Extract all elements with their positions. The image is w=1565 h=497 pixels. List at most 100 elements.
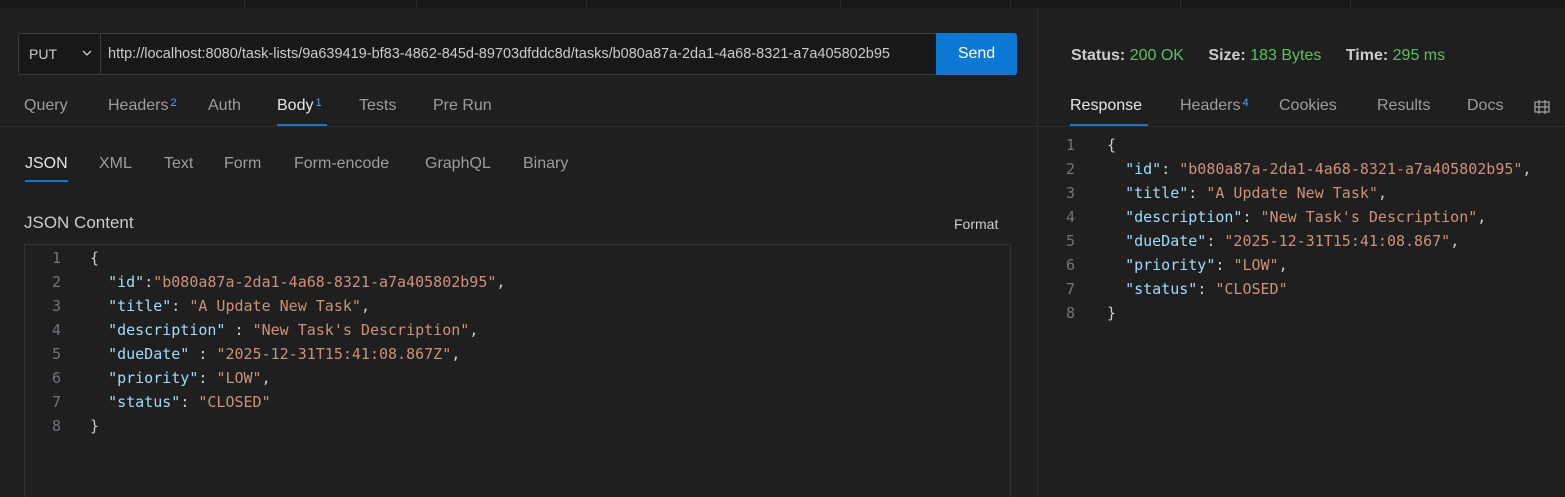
code-text: "id":"b080a87a-2da1-4a68-8321-a7a405802b… bbox=[90, 270, 505, 294]
tab-response[interactable]: Response bbox=[1070, 94, 1149, 126]
tab-auth[interactable]: Auth bbox=[208, 94, 241, 126]
json-string: "b080a87a-2da1-4a68-8321-a7a405802b95" bbox=[153, 273, 497, 291]
json-punct: : bbox=[1197, 280, 1216, 298]
json-punct: , bbox=[360, 297, 370, 315]
json-string: "New Task's Description" bbox=[252, 321, 470, 339]
code-line: 8} bbox=[1039, 301, 1565, 325]
code-line: 4 "description": "New Task's Description… bbox=[1039, 205, 1565, 229]
code-text: "status": "CLOSED" bbox=[1107, 277, 1288, 301]
tab-label: Tests bbox=[359, 97, 397, 114]
code-text: { bbox=[1107, 133, 1116, 157]
tab-docs[interactable]: Docs bbox=[1467, 94, 1503, 126]
code-line: 2 "id":"b080a87a-2da1-4a68-8321-a7a40580… bbox=[25, 270, 1010, 294]
code-text: "title": "A Update New Task", bbox=[90, 294, 370, 318]
code-line: 2 "id": "b080a87a-2da1-4a68-8321-a7a4058… bbox=[1039, 157, 1565, 181]
json-punct: { bbox=[90, 249, 100, 267]
json-punct: } bbox=[1107, 304, 1117, 322]
json-key: "priority" bbox=[1125, 256, 1216, 274]
json-punct: : bbox=[1188, 184, 1207, 202]
json-punct bbox=[1107, 184, 1125, 202]
tab-response-headers[interactable]: Headers 4 bbox=[1180, 94, 1249, 126]
top-tab-strip bbox=[0, 0, 1565, 8]
json-punct bbox=[90, 345, 108, 363]
split-layout-icon[interactable] bbox=[1533, 98, 1551, 116]
json-punct bbox=[1107, 256, 1125, 274]
json-punct: : bbox=[198, 369, 217, 387]
tab-tests[interactable]: Tests bbox=[359, 94, 396, 126]
line-number: 5 bbox=[51, 345, 61, 363]
json-key: "status" bbox=[108, 393, 181, 411]
status-label: Status: bbox=[1071, 47, 1126, 64]
body-type-tabs: JSON XML Text Form Form-encode GraphQL B… bbox=[0, 152, 1038, 192]
json-key: "id" bbox=[1125, 160, 1162, 178]
tab-results[interactable]: Results bbox=[1377, 94, 1430, 126]
tab-pre-run[interactable]: Pre Run bbox=[433, 94, 492, 126]
response-pane: Status: 200 OK Size: 183 Bytes Time: 295… bbox=[1039, 8, 1565, 497]
json-punct: : bbox=[180, 393, 199, 411]
body-tab-text[interactable]: Text bbox=[164, 152, 193, 182]
json-string: "LOW" bbox=[1233, 256, 1279, 274]
json-punct bbox=[1107, 232, 1125, 250]
tab-badge: 4 bbox=[1242, 97, 1249, 109]
code-line: 3 "title": "A Update New Task", bbox=[1039, 181, 1565, 205]
line-number: 4 bbox=[1065, 208, 1075, 226]
tab-label: Headers bbox=[1180, 97, 1241, 114]
body-tab-graphql[interactable]: GraphQL bbox=[425, 152, 491, 182]
line-number: 8 bbox=[1065, 304, 1075, 322]
code-text: "dueDate": "2025-12-31T15:41:08.867", bbox=[1107, 229, 1459, 253]
json-key: "description" bbox=[1125, 208, 1243, 226]
code-text: } bbox=[90, 414, 99, 438]
code-text: "status": "CLOSED" bbox=[90, 390, 271, 414]
status-value: 200 OK bbox=[1129, 47, 1184, 64]
method-select[interactable]: PUT bbox=[19, 34, 101, 74]
method-value: PUT bbox=[29, 46, 57, 62]
json-string: "LOW" bbox=[216, 369, 262, 387]
json-punct bbox=[90, 273, 108, 291]
body-tab-form-encode[interactable]: Form-encode bbox=[294, 152, 389, 182]
json-punct: : bbox=[189, 345, 217, 363]
json-punct: : bbox=[1161, 160, 1180, 178]
line-number: 1 bbox=[1065, 136, 1075, 154]
time-label: Time: bbox=[1345, 47, 1389, 64]
json-key: "priority" bbox=[108, 369, 199, 387]
json-punct: : bbox=[1215, 256, 1234, 274]
tab-headers[interactable]: Headers 2 bbox=[108, 94, 177, 126]
code-text: } bbox=[1107, 301, 1116, 325]
format-button[interactable]: Format bbox=[954, 216, 998, 232]
line-number: 3 bbox=[1065, 184, 1075, 202]
body-tab-binary[interactable]: Binary bbox=[523, 152, 568, 182]
chevron-down-icon bbox=[82, 50, 92, 56]
code-line: 4 "description" : "New Task's Descriptio… bbox=[25, 318, 1010, 342]
json-punct bbox=[90, 369, 108, 387]
tab-body[interactable]: Body 1 bbox=[277, 94, 327, 126]
send-button[interactable]: Send bbox=[936, 33, 1017, 75]
url-input[interactable]: http://localhost:8080/task-lists/9a63941… bbox=[101, 34, 936, 74]
body-tab-form[interactable]: Form bbox=[224, 152, 261, 182]
body-tab-json[interactable]: JSON bbox=[25, 152, 68, 182]
json-punct: , bbox=[1477, 208, 1487, 226]
code-text: { bbox=[90, 246, 99, 270]
code-line: 5 "dueDate": "2025-12-31T15:41:08.867", bbox=[1039, 229, 1565, 253]
request-tabs: Query Headers 2 Auth Body 1 Tests Pre Run bbox=[0, 94, 1038, 127]
json-content-label: JSON Content bbox=[24, 213, 134, 232]
line-number: 2 bbox=[1065, 160, 1075, 178]
request-body-editor[interactable]: 1{2 "id":"b080a87a-2da1-4a68-8321-a7a405… bbox=[24, 244, 1011, 497]
json-key: "id" bbox=[108, 273, 145, 291]
json-punct: : bbox=[171, 297, 190, 315]
tab-badge: 2 bbox=[170, 97, 177, 109]
tab-cookies[interactable]: Cookies bbox=[1279, 94, 1337, 126]
json-key: "dueDate" bbox=[108, 345, 190, 363]
tab-label: Headers bbox=[108, 97, 169, 114]
code-text: "description" : "New Task's Description"… bbox=[90, 318, 478, 342]
code-line: 8} bbox=[25, 414, 1010, 438]
json-string: "CLOSED" bbox=[1215, 280, 1288, 298]
tab-query[interactable]: Query bbox=[24, 94, 68, 126]
line-number: 3 bbox=[51, 297, 61, 315]
request-pane: PUT http://localhost:8080/task-lists/9a6… bbox=[0, 8, 1038, 497]
json-string: "b080a87a-2da1-4a68-8321-a7a405802b95" bbox=[1179, 160, 1523, 178]
json-string: "CLOSED" bbox=[198, 393, 271, 411]
json-punct bbox=[1107, 208, 1125, 226]
body-tab-xml[interactable]: XML bbox=[99, 152, 132, 182]
json-string: "New Task's Description" bbox=[1260, 208, 1478, 226]
code-line: 7 "status": "CLOSED" bbox=[25, 390, 1010, 414]
